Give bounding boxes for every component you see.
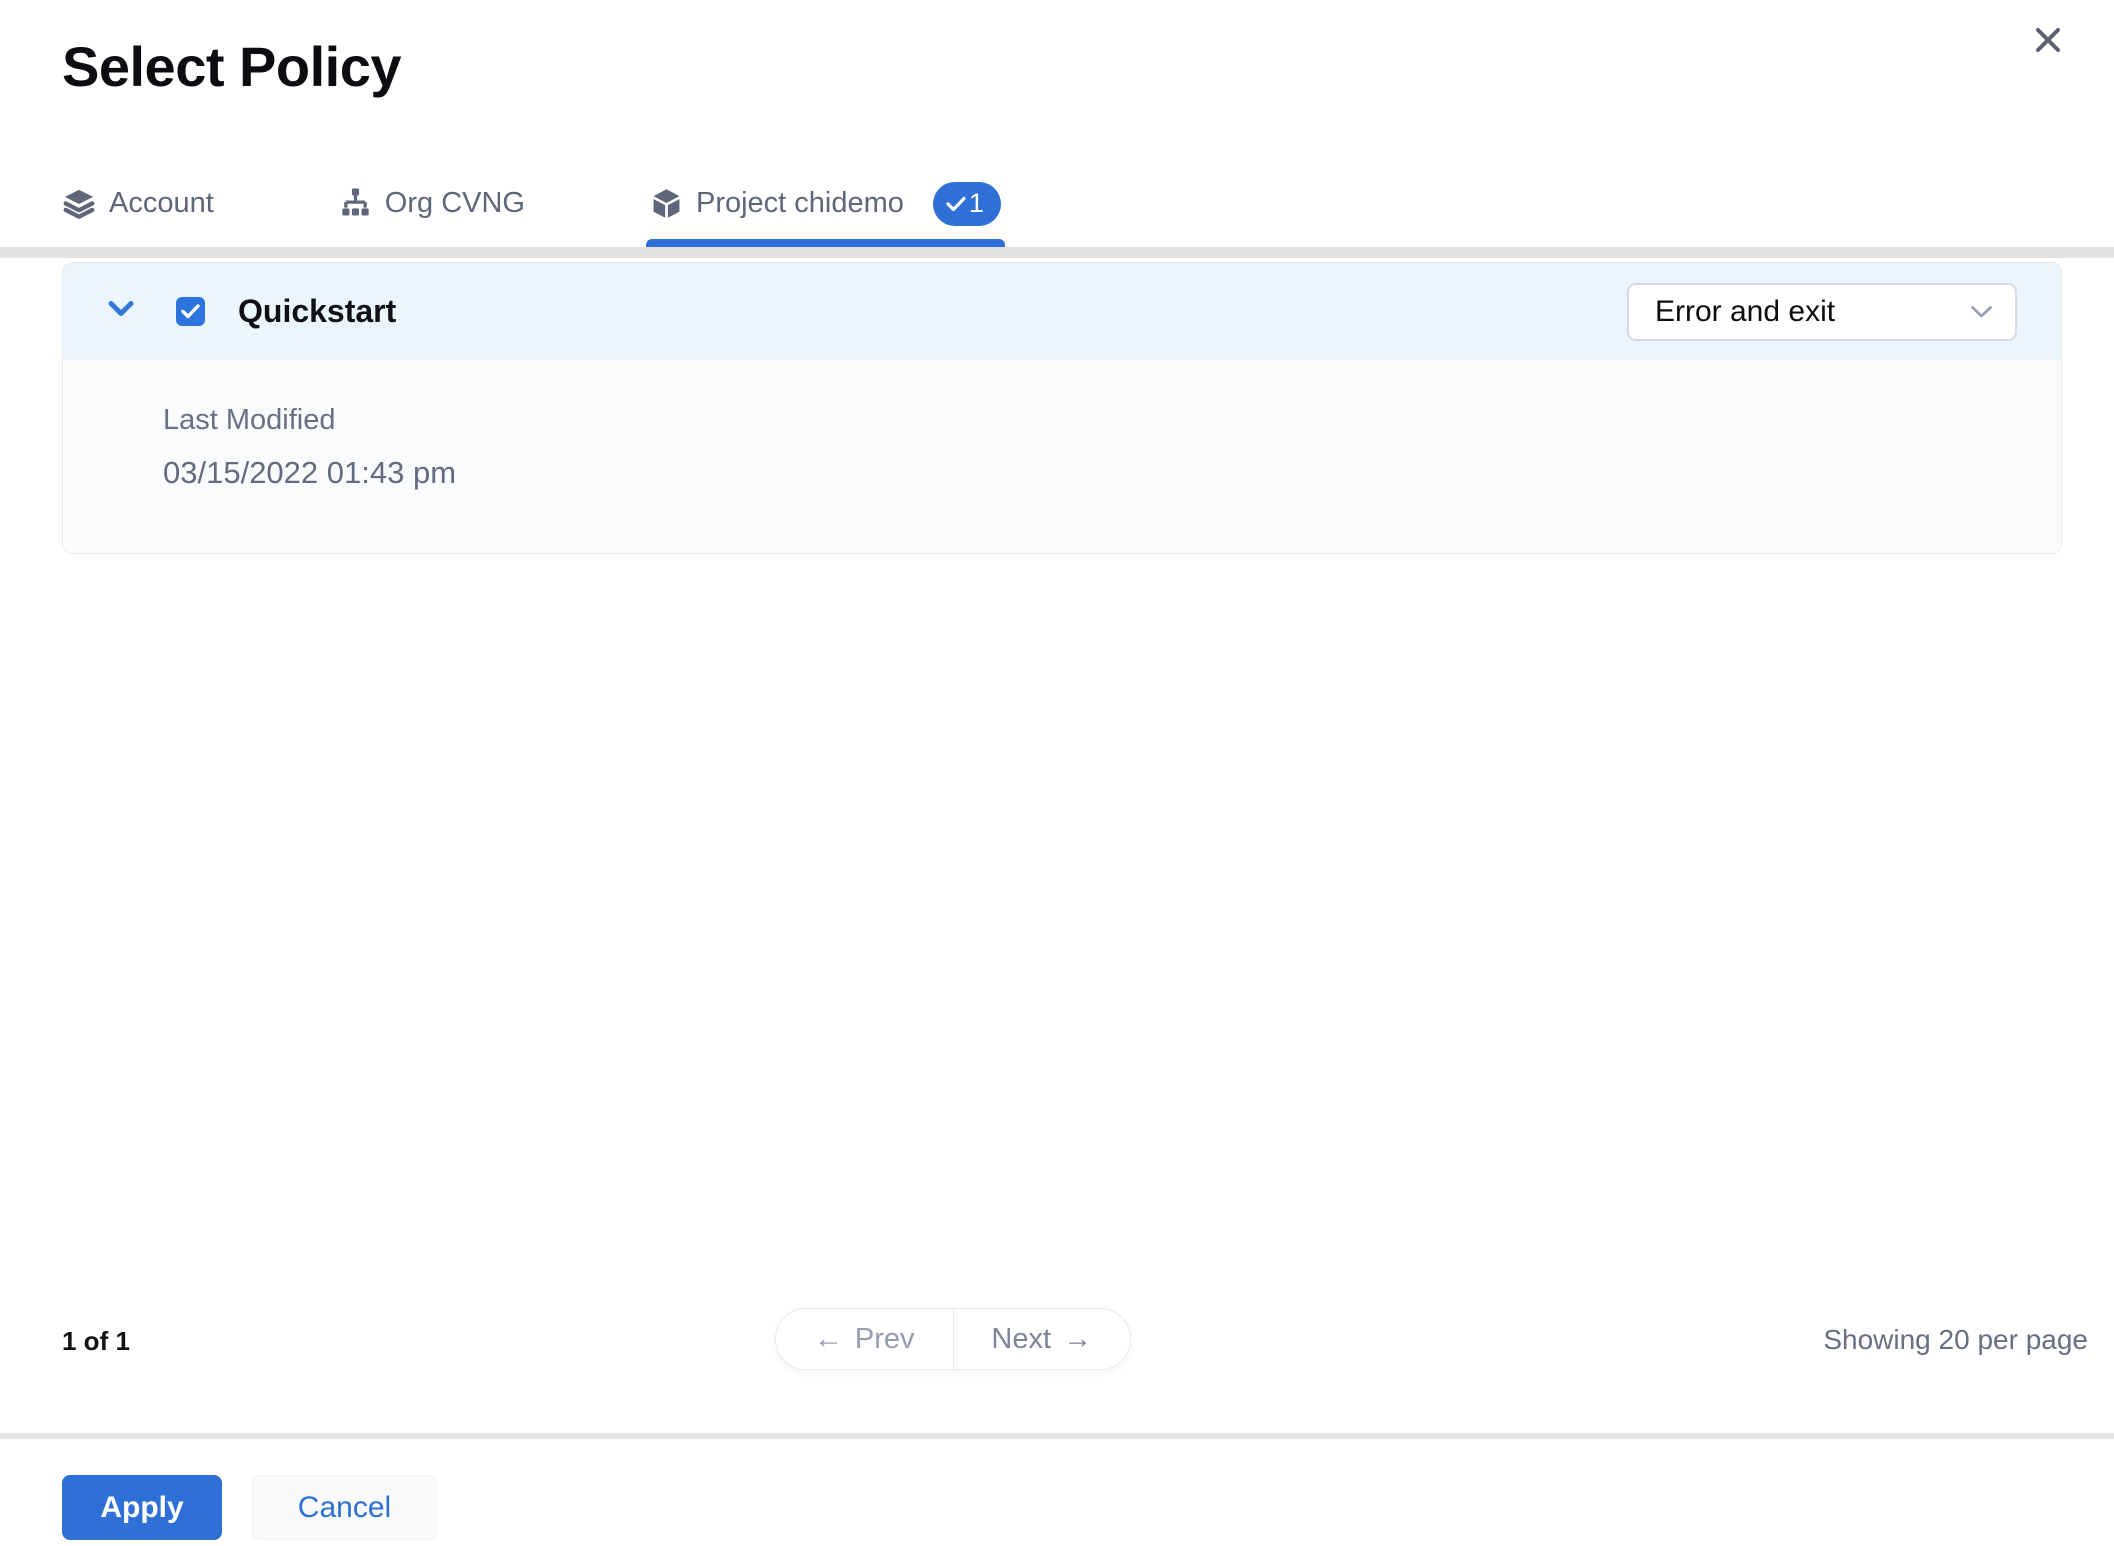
next-page-button[interactable]: Next → bbox=[953, 1309, 1130, 1369]
tab-org-cvng[interactable]: Org CVNG bbox=[339, 160, 525, 247]
policy-action-select[interactable]: Error and exit bbox=[1627, 282, 2017, 341]
prev-page-button[interactable]: ← Prev bbox=[776, 1309, 954, 1369]
close-button[interactable] bbox=[2024, 18, 2072, 66]
check-icon bbox=[946, 196, 966, 212]
tab-project-chidemo[interactable]: Project chidemo 1 bbox=[645, 160, 1005, 247]
policy-card: Quickstart Error and exit Last Modified … bbox=[62, 262, 2062, 554]
page-title: Select Policy bbox=[62, 35, 402, 98]
checkmark-icon bbox=[181, 304, 200, 319]
layers-icon bbox=[62, 187, 96, 221]
last-modified-label: Last Modified bbox=[163, 404, 336, 436]
select-policy-modal: Select Policy Account Org CVNG Project c… bbox=[0, 0, 2114, 1546]
chevron-down-icon bbox=[1970, 305, 1993, 319]
next-label: Next bbox=[991, 1322, 1052, 1355]
org-chart-icon bbox=[339, 187, 372, 220]
prev-label: Prev bbox=[854, 1322, 915, 1355]
tab-label: Project chidemo bbox=[695, 187, 904, 219]
policy-checkbox[interactable] bbox=[176, 297, 205, 326]
tabs-divider bbox=[0, 247, 2114, 258]
chevron-down-icon bbox=[107, 300, 135, 323]
policy-name: Quickstart bbox=[238, 293, 397, 329]
pager: ← Prev Next → bbox=[775, 1308, 1131, 1370]
tab-label: Account bbox=[109, 187, 214, 219]
scope-tabs: Account Org CVNG Project chidemo 1 bbox=[62, 160, 1005, 247]
policy-row-header: Quickstart Error and exit bbox=[63, 263, 2061, 360]
tab-label: Org CVNG bbox=[384, 187, 525, 219]
arrow-right-icon: → bbox=[1063, 1322, 1093, 1355]
selected-count-badge: 1 bbox=[932, 181, 1001, 226]
tab-account[interactable]: Account bbox=[62, 160, 214, 247]
close-icon bbox=[2032, 24, 2064, 61]
last-modified-value: 03/15/2022 01:43 pm bbox=[163, 455, 457, 490]
cancel-button[interactable]: Cancel bbox=[252, 1475, 437, 1540]
cube-icon bbox=[650, 187, 683, 220]
policy-row-details: Last Modified 03/15/2022 01:43 pm bbox=[63, 360, 2061, 553]
footer-divider bbox=[0, 1433, 2114, 1439]
page-info: 1 of 1 bbox=[62, 1326, 130, 1356]
arrow-left-icon: ← bbox=[813, 1322, 843, 1355]
apply-button[interactable]: Apply bbox=[62, 1475, 222, 1540]
badge-count: 1 bbox=[968, 188, 984, 218]
collapse-toggle[interactable] bbox=[106, 297, 136, 327]
policy-action-value: Error and exit bbox=[1655, 294, 1836, 328]
per-page-info: Showing 20 per page bbox=[1823, 1324, 2088, 1355]
